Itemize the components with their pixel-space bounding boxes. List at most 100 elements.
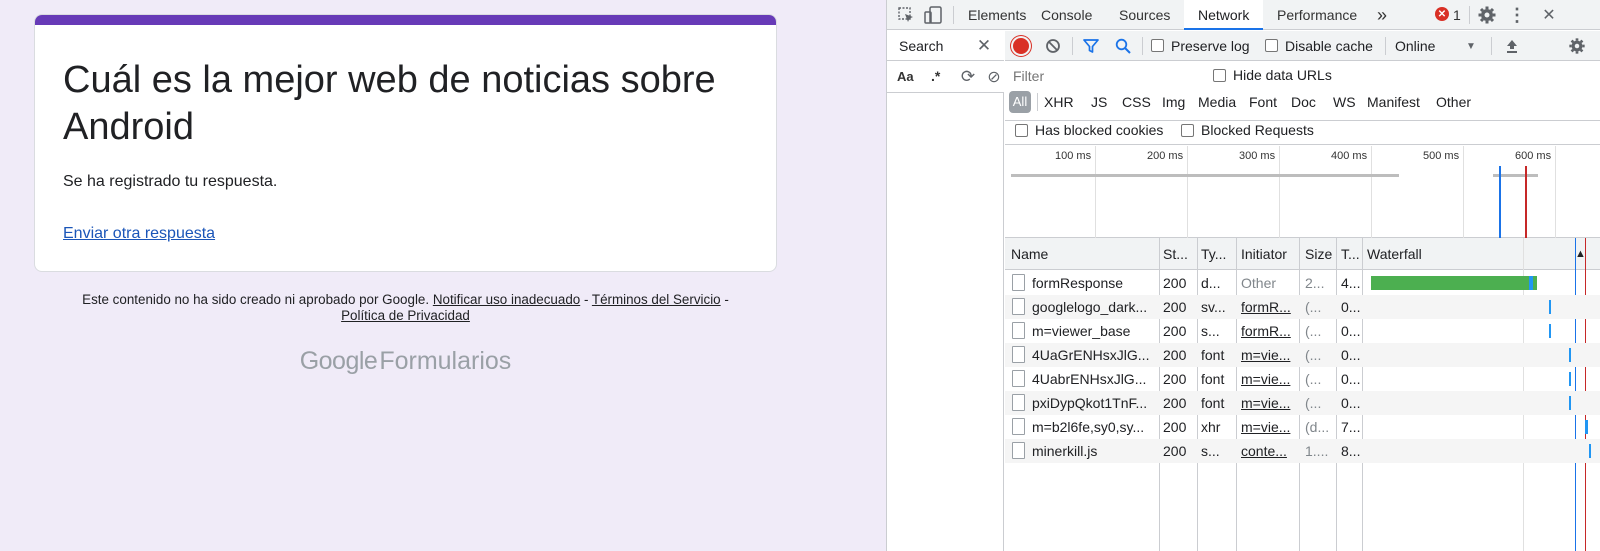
request-type: d... xyxy=(1201,275,1221,291)
network-pane: Preserve log Disable cache Online ▼ Hide… xyxy=(1005,31,1600,551)
filter-type-media[interactable]: Media xyxy=(1198,94,1236,110)
inspect-element-icon[interactable] xyxy=(897,6,915,24)
request-status: 200 xyxy=(1163,323,1187,339)
tab-elements[interactable]: Elements xyxy=(961,0,1033,30)
hide-data-urls-checkbox[interactable] xyxy=(1213,69,1226,82)
kebab-menu-icon[interactable]: ⋮ xyxy=(1508,5,1526,25)
filter-type-ws[interactable]: WS xyxy=(1333,94,1356,110)
column-status[interactable]: St... xyxy=(1163,246,1188,262)
request-row[interactable]: m=b2l6fe,sy0,sy... 200 xhr m=vie... (d... 7..… xyxy=(1005,415,1600,439)
request-row[interactable]: m=viewer_base 200 s... formR... (... 0... xyxy=(1005,319,1600,343)
search-icon[interactable] xyxy=(1114,37,1132,55)
request-time: 0... xyxy=(1341,323,1361,339)
network-settings-icon[interactable] xyxy=(1567,36,1587,56)
clear-log-icon[interactable] xyxy=(1044,37,1062,55)
has-blocked-cookies-checkbox[interactable] xyxy=(1015,124,1028,137)
refresh-icon[interactable]: ⟳ xyxy=(959,67,977,86)
column-size[interactable]: Size xyxy=(1305,246,1332,262)
filter-type-manifest[interactable]: Manifest xyxy=(1367,94,1420,110)
waterfall-bar xyxy=(1569,372,1571,386)
footer-disclaimer: Este contenido no ha sido creado ni apro… xyxy=(82,292,430,307)
filter-type-other[interactable]: Other xyxy=(1436,94,1471,110)
request-initiator[interactable]: m=vie... xyxy=(1241,347,1297,363)
filter-type-img[interactable]: Img xyxy=(1162,94,1185,110)
request-time: 8... xyxy=(1341,443,1361,459)
request-size: 1.... xyxy=(1305,443,1329,459)
waterfall-bar xyxy=(1589,444,1591,458)
filter-type-doc[interactable]: Doc xyxy=(1291,94,1316,110)
report-abuse-link[interactable]: Notificar uso inadecuado xyxy=(433,292,580,307)
device-toolbar-icon[interactable] xyxy=(923,5,943,25)
request-time: 0... xyxy=(1341,371,1361,387)
request-initiator[interactable]: formR... xyxy=(1241,323,1297,339)
blocked-requests-checkbox[interactable] xyxy=(1181,124,1194,137)
filter-type-css[interactable]: CSS xyxy=(1122,94,1151,110)
filter-type-xhr[interactable]: XHR xyxy=(1044,94,1074,110)
tab-console[interactable]: Console xyxy=(1034,0,1099,30)
column-waterfall[interactable]: Waterfall xyxy=(1367,246,1422,262)
import-har-icon[interactable] xyxy=(1503,37,1521,55)
request-row[interactable]: formResponse 200 d... Other 2... 4... xyxy=(1005,271,1600,295)
request-table: Name St... Ty... Initiator Size T... Wat… xyxy=(1005,238,1600,551)
match-case-toggle[interactable]: Aa xyxy=(897,69,914,84)
request-size: (... xyxy=(1305,347,1322,363)
separator xyxy=(953,6,954,24)
more-tabs-icon[interactable]: » xyxy=(1377,0,1387,30)
chevron-down-icon[interactable]: ▼ xyxy=(1465,38,1477,54)
request-row[interactable]: minerkill.js 200 s... conte... 1.... 8... xyxy=(1005,439,1600,463)
request-status: 200 xyxy=(1163,299,1187,315)
column-name[interactable]: Name xyxy=(1011,246,1048,262)
column-initiator[interactable]: Initiator xyxy=(1241,246,1287,262)
separator xyxy=(1469,6,1470,24)
form-confirmation-card: Cuál es la mejor web de noticias sobre A… xyxy=(34,14,777,272)
clear-search-icon[interactable]: ⊘ xyxy=(987,68,1001,86)
request-time: 0... xyxy=(1341,299,1361,315)
settings-gear-icon[interactable] xyxy=(1477,5,1497,25)
disable-cache-checkbox[interactable] xyxy=(1265,39,1278,52)
terms-link[interactable]: Términos del Servicio xyxy=(592,292,721,307)
tab-sources[interactable]: Sources xyxy=(1112,0,1177,30)
request-initiator[interactable]: m=vie... xyxy=(1241,395,1297,411)
error-count[interactable]: 1 xyxy=(1453,7,1461,23)
network-overview[interactable]: 100 ms 200 ms 300 ms 400 ms 500 ms 600 m… xyxy=(1005,146,1600,238)
filter-type-js[interactable]: JS xyxy=(1091,94,1107,110)
preserve-log-checkbox[interactable] xyxy=(1151,39,1164,52)
has-blocked-cookies-label: Has blocked cookies xyxy=(1035,122,1164,138)
close-devtools-icon[interactable]: ✕ xyxy=(1541,5,1557,25)
filter-type-all[interactable]: All xyxy=(1009,91,1031,113)
throttling-select[interactable]: Online xyxy=(1395,38,1435,54)
footer-dash: - xyxy=(580,292,592,307)
privacy-link[interactable]: Política de Privacidad xyxy=(341,308,470,323)
request-row[interactable]: pxiDypQkot1TnF... 200 font m=vie... (... 0... xyxy=(1005,391,1600,415)
filter-input[interactable] xyxy=(1009,65,1201,87)
request-initiator[interactable]: m=vie... xyxy=(1241,371,1297,387)
filter-icon[interactable] xyxy=(1082,37,1100,55)
request-row[interactable]: 4UaGrENHsxJlG... 200 font m=vie... (... 0... xyxy=(1005,343,1600,367)
overview-gridline xyxy=(1371,146,1372,238)
request-status: 200 xyxy=(1163,419,1187,435)
request-initiator[interactable]: formR... xyxy=(1241,299,1297,315)
close-search-icon[interactable]: ✕ xyxy=(975,36,993,55)
request-initiator[interactable]: conte... xyxy=(1241,443,1297,459)
waterfall-bar xyxy=(1585,420,1588,434)
column-type[interactable]: Ty... xyxy=(1201,246,1226,262)
request-row[interactable]: googlelogo_dark... 200 sv... formR... (... 0.… xyxy=(1005,295,1600,319)
tab-network[interactable]: Network xyxy=(1184,0,1264,30)
file-icon xyxy=(1012,418,1025,435)
record-icon[interactable] xyxy=(1013,38,1029,54)
devtools-panel: Elements Console Sources Network Perform… xyxy=(886,0,1600,551)
column-time[interactable]: T... xyxy=(1341,246,1360,262)
file-icon xyxy=(1012,298,1025,315)
filter-type-font[interactable]: Font xyxy=(1249,94,1277,110)
overview-bar xyxy=(1011,174,1399,177)
submit-another-response-link[interactable]: Enviar otra respuesta xyxy=(63,225,215,243)
request-initiator[interactable]: m=vie... xyxy=(1241,419,1297,435)
forms-wordmark: Formularios xyxy=(379,347,512,375)
separator xyxy=(1072,37,1073,55)
error-icon[interactable]: ✕ xyxy=(1435,7,1449,21)
overview-tick-label: 100 ms xyxy=(1055,150,1092,162)
tab-performance[interactable]: Performance xyxy=(1270,0,1364,30)
google-forms-logo[interactable]: GoogleFormularios xyxy=(34,347,777,376)
request-row[interactable]: 4UabrENHsxJlG... 200 font m=vie... (... 0... xyxy=(1005,367,1600,391)
regex-toggle[interactable]: .* xyxy=(931,68,940,84)
